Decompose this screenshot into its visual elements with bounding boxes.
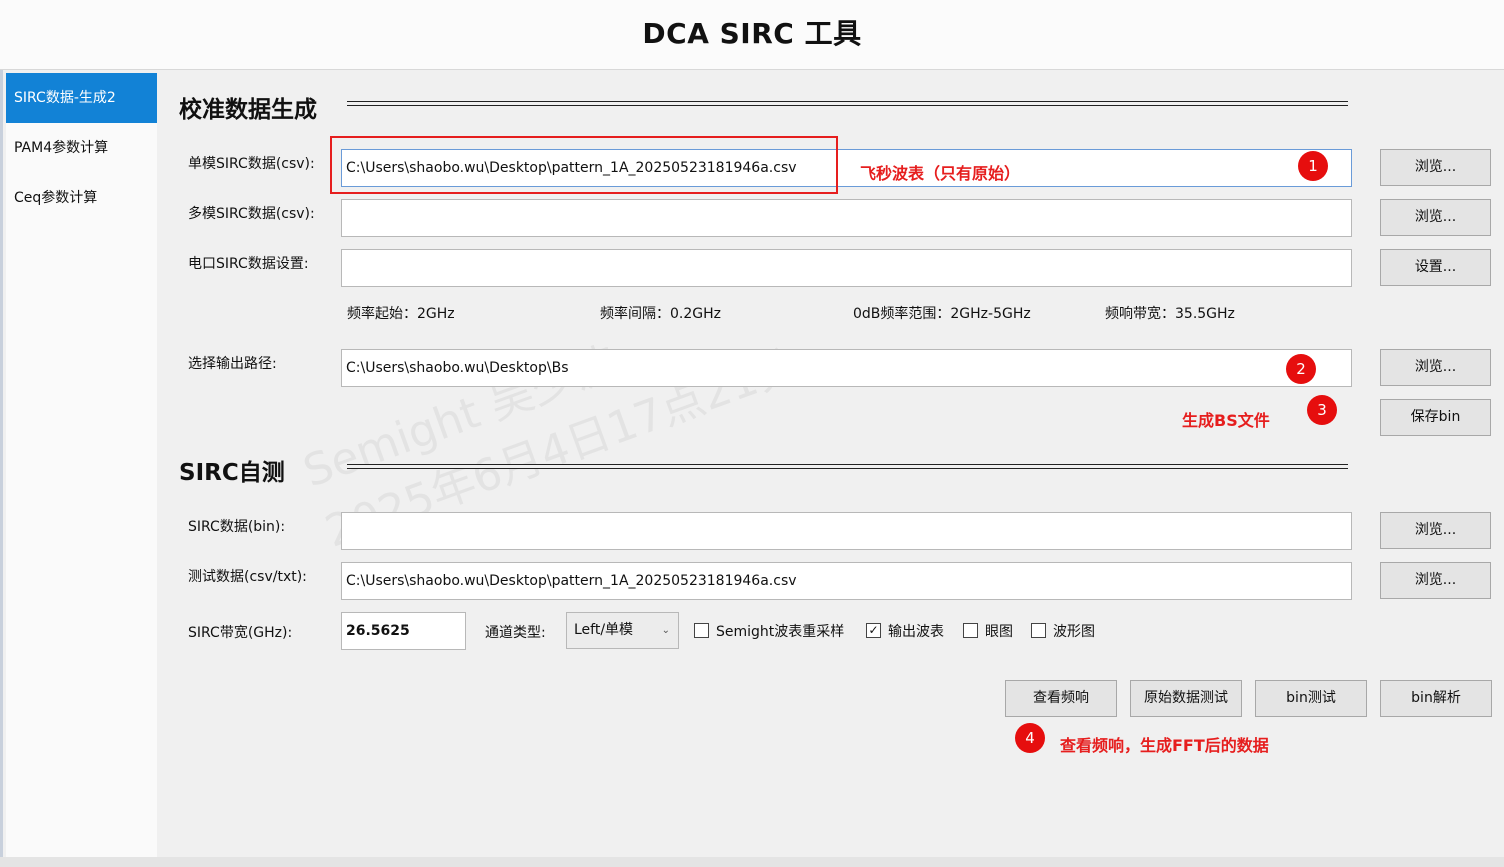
sirc-bin-browse-button[interactable]: 浏览... [1380,512,1491,549]
status-strip [0,857,1504,867]
test-data-input[interactable]: C:\Users\shaobo.wu\Desktop\pattern_1A_20… [341,562,1352,600]
output-wave-checkbox[interactable]: ✓ [866,623,881,638]
electrical-settings-label: 电口SIRC数据设置: [188,256,309,272]
annotation-marker-2: 2 [1286,354,1316,384]
eye-diagram-label: 眼图 [985,624,1013,640]
annotation-note-4: 查看频响，生成FFT后的数据 [1060,736,1269,755]
channel-type-label: 通道类型: [485,625,546,641]
waveform-checkbox[interactable] [1031,623,1046,638]
sidebar: SIRC数据-生成2 PAM4参数计算 Ceq参数计算 [6,73,157,857]
multi-mode-label: 多模SIRC数据(csv): [188,206,315,222]
single-mode-label: 单模SIRC数据(csv): [188,156,315,172]
multi-mode-browse-button[interactable]: 浏览... [1380,199,1491,236]
bin-test-button[interactable]: bin测试 [1255,680,1367,717]
chevron-down-icon: ⌄ [661,625,670,636]
annotation-marker-3: 3 [1307,395,1337,425]
selftest-section-title: SIRC自测 [179,460,285,486]
test-data-label: 测试数据(csv/txt): [188,569,307,585]
single-mode-browse-button[interactable]: 浏览... [1380,149,1491,186]
electrical-settings-input[interactable] [341,249,1352,287]
channel-type-value: Left/单模 [574,622,634,638]
annotation-marker-1: 1 [1298,151,1328,181]
eye-diagram-checkbox[interactable] [963,623,978,638]
sidebar-item-pam4[interactable]: PAM4参数计算 [6,123,157,173]
bin-parse-button[interactable]: bin解析 [1380,680,1492,717]
save-bin-button[interactable]: 保存bin [1380,399,1491,436]
bandwidth-info: 频响带宽：35.5GHz [1105,306,1235,322]
annotation-note-3: 生成BS文件 [1182,411,1270,430]
highlight-box [330,136,838,194]
sirc-bandwidth-input[interactable]: 26.5625 [341,612,466,650]
sidebar-item-ceq[interactable]: Ceq参数计算 [6,173,157,223]
window-left-edge [0,0,3,867]
raw-data-test-button[interactable]: 原始数据测试 [1130,680,1242,717]
annotation-marker-4: 4 [1015,723,1045,753]
output-path-browse-button[interactable]: 浏览... [1380,349,1491,386]
resample-checkbox[interactable] [694,623,709,638]
waveform-label: 波形图 [1053,624,1095,640]
view-freq-response-button[interactable]: 查看频响 [1005,680,1117,717]
output-wave-label: 输出波表 [888,624,944,640]
electrical-settings-button[interactable]: 设置... [1380,249,1491,286]
test-data-browse-button[interactable]: 浏览... [1380,562,1491,599]
resample-label: Semight波表重采样 [716,624,845,640]
sirc-bin-label: SIRC数据(bin): [188,519,286,535]
calib-section-rule [347,101,1348,106]
sidebar-item-sirc-generate[interactable]: SIRC数据-生成2 [6,73,157,123]
zero-db-range-info: 0dB频率范围：2GHz-5GHz [853,306,1031,322]
output-path-input[interactable]: C:\Users\shaobo.wu\Desktop\Bs [341,349,1352,387]
freq-step-info: 频率间隔：0.2GHz [600,306,721,322]
freq-start-info: 频率起始：2GHz [347,306,455,322]
checkmark-icon: ✓ [868,623,879,637]
app-title: DCA SIRC 工具 [642,17,862,50]
sirc-bandwidth-label: SIRC带宽(GHz): [188,625,293,641]
selftest-section-rule [347,464,1348,469]
calib-section-title: 校准数据生成 [179,97,317,123]
sirc-bin-input[interactable] [341,512,1352,550]
multi-mode-input[interactable] [341,199,1352,237]
channel-type-select[interactable]: Left/单模 ⌄ [566,612,679,649]
annotation-note-1: 飞秒波表（只有原始） [860,164,1021,183]
output-path-label: 选择输出路径: [188,356,277,372]
